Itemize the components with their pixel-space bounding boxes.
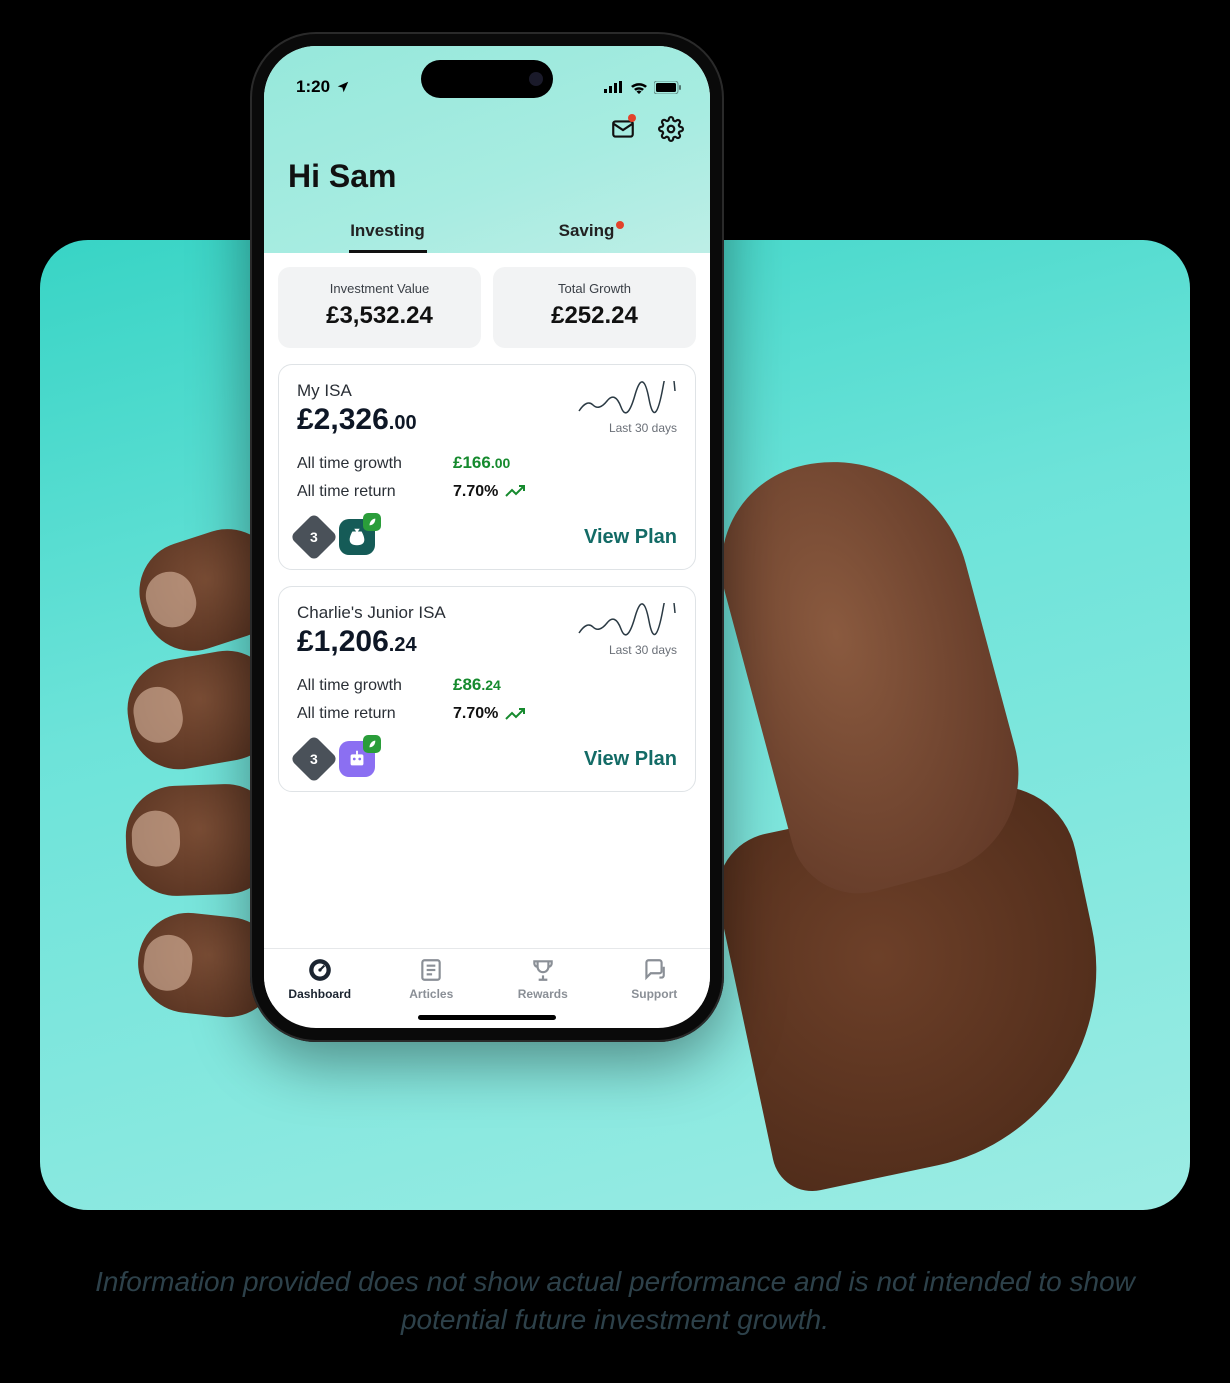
gear-icon <box>658 116 684 142</box>
growth-label: All time growth <box>297 450 437 477</box>
summary-label: Total Growth <box>503 281 686 296</box>
risk-badge: 3 <box>290 735 338 783</box>
eco-leaf-badge <box>363 513 381 531</box>
return-label: All time return <box>297 478 437 505</box>
battery-icon <box>654 81 682 94</box>
summary-value: £252.24 <box>503 302 686 330</box>
summary-value: £3,532.24 <box>288 302 471 330</box>
risk-badge: 3 <box>290 513 338 561</box>
wifi-icon <box>630 81 648 94</box>
growth-value: £86.24 <box>453 671 501 700</box>
plan-type-badge <box>339 519 375 555</box>
inbox-button[interactable] <box>608 114 638 144</box>
growth-label: All time growth <box>297 672 437 699</box>
return-value: 7.70% <box>453 478 526 505</box>
sparkline-icon <box>577 381 677 417</box>
nav-label: Dashboard <box>288 987 351 1001</box>
nav-rewards[interactable]: Rewards <box>487 957 599 1001</box>
notification-dot <box>616 221 624 229</box>
plan-card[interactable]: My ISA £2,326.00 Last 30 days All time g… <box>278 364 696 570</box>
phone-screen: 1:20 Hi Sam Inv <box>264 46 710 1028</box>
plan-name: My ISA <box>297 381 417 401</box>
nav-articles[interactable]: Articles <box>376 957 488 1001</box>
return-value: 7.70% <box>453 700 526 727</box>
main-content: Investment Value £3,532.24 Total Growth … <box>264 253 710 948</box>
disclaimer-text: Information provided does not show actua… <box>60 1263 1170 1339</box>
plan-balance: £1,206.24 <box>297 625 446 659</box>
settings-button[interactable] <box>656 114 686 144</box>
plan-balance: £2,326.00 <box>297 403 417 437</box>
view-plan-button[interactable]: View Plan <box>584 526 677 549</box>
return-label: All time return <box>297 700 437 727</box>
investment-value-card[interactable]: Investment Value £3,532.24 <box>278 267 481 348</box>
support-icon <box>641 957 667 983</box>
nav-label: Articles <box>409 987 453 1001</box>
summary-label: Investment Value <box>288 281 471 296</box>
growth-value: £166.00 <box>453 449 510 478</box>
dynamic-island <box>421 60 553 98</box>
nav-label: Rewards <box>518 987 568 1001</box>
rewards-icon <box>530 957 556 983</box>
trend-up-icon <box>504 484 526 498</box>
eco-leaf-badge <box>363 735 381 753</box>
home-indicator[interactable] <box>418 1015 556 1020</box>
trend-up-icon <box>504 707 526 721</box>
nav-dashboard[interactable]: Dashboard <box>264 957 376 1001</box>
location-icon <box>336 80 350 94</box>
cellular-icon <box>604 81 624 93</box>
plan-name: Charlie's Junior ISA <box>297 603 446 623</box>
plan-card[interactable]: Charlie's Junior ISA £1,206.24 Last 30 d… <box>278 586 696 792</box>
phone-frame: 1:20 Hi Sam Inv <box>250 32 724 1042</box>
dashboard-icon <box>307 957 333 983</box>
segment-tabs: Investing Saving <box>264 211 710 253</box>
sparkline-label: Last 30 days <box>577 421 677 435</box>
tab-investing[interactable]: Investing <box>288 211 487 253</box>
tab-saving[interactable]: Saving <box>487 211 686 253</box>
view-plan-button[interactable]: View Plan <box>584 748 677 771</box>
bottom-nav: Dashboard Articles Rewards Support <box>264 948 710 1005</box>
total-growth-card[interactable]: Total Growth £252.24 <box>493 267 696 348</box>
sparkline-label: Last 30 days <box>577 643 677 657</box>
plan-type-badge <box>339 741 375 777</box>
greeting: Hi Sam <box>264 152 710 211</box>
status-time: 1:20 <box>296 77 330 97</box>
nav-label: Support <box>631 987 677 1001</box>
nav-support[interactable]: Support <box>599 957 711 1001</box>
notification-dot <box>628 114 636 122</box>
sparkline-icon <box>577 603 677 639</box>
articles-icon <box>418 957 444 983</box>
